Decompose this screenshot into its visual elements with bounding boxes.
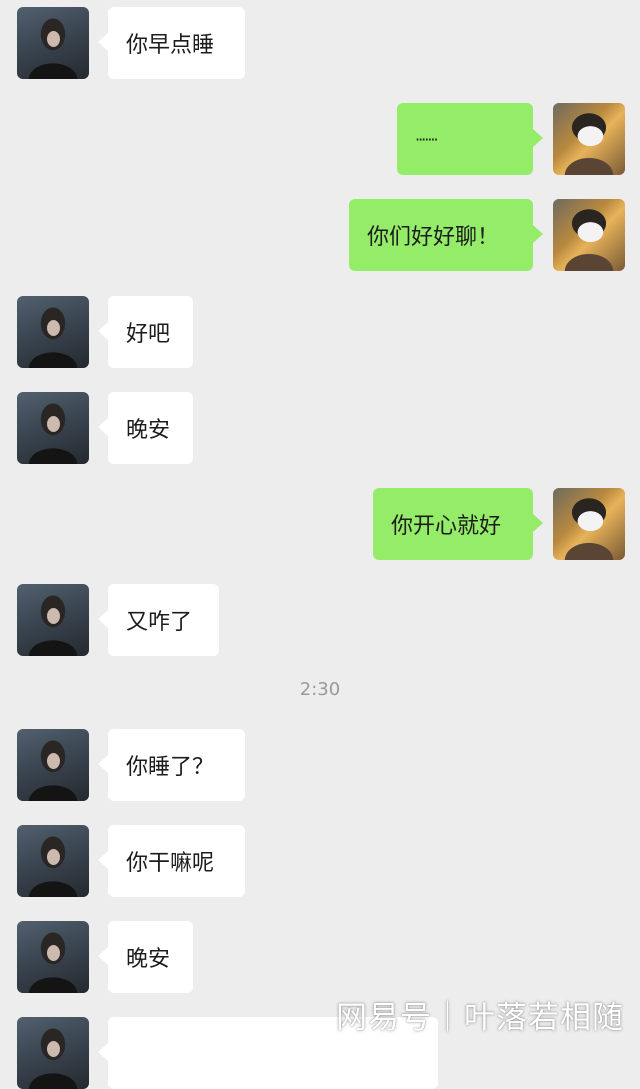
self-avatar[interactable]: [553, 199, 625, 271]
chat-timestamp: 2:30: [299, 679, 341, 700]
message-bubble-sent[interactable]: 你们好好聊！: [349, 199, 543, 271]
message-text: 你睡了？: [126, 755, 215, 780]
contact-avatar[interactable]: [17, 7, 89, 79]
watermark: 网易号｜叶落若相随: [336, 1000, 624, 1036]
message-text: 晚安: [126, 418, 171, 443]
message-bubble-sent[interactable]: ·······: [397, 103, 543, 175]
message-text: ·······: [415, 129, 439, 149]
message-text: 你开心就好: [391, 514, 502, 539]
message-bubble-received[interactable]: 你干嘛呢: [98, 825, 245, 897]
message-bubble-received[interactable]: 又咋了: [98, 584, 219, 656]
message-bubble-received[interactable]: 好吧: [98, 296, 193, 368]
message-bubble-received[interactable]: 晚安: [98, 392, 193, 464]
contact-avatar[interactable]: [17, 392, 89, 464]
self-avatar[interactable]: [553, 103, 625, 175]
contact-avatar[interactable]: [17, 921, 89, 993]
contact-avatar[interactable]: [17, 584, 89, 656]
message-text: 又咋了: [126, 610, 193, 635]
message-bubble-received[interactable]: 你睡了？: [98, 729, 245, 801]
contact-avatar[interactable]: [17, 1017, 89, 1089]
self-avatar[interactable]: [553, 488, 625, 560]
message-text: 晚安: [126, 947, 171, 972]
contact-avatar[interactable]: [17, 825, 89, 897]
message-bubble-received[interactable]: 你早点睡: [98, 7, 245, 79]
contact-avatar[interactable]: [17, 729, 89, 801]
contact-avatar[interactable]: [17, 296, 89, 368]
message-text: 你们好好聊！: [367, 225, 500, 250]
message-text: 你早点睡: [126, 33, 215, 58]
message-text: 你干嘛呢: [126, 851, 215, 876]
message-bubble-sent[interactable]: 你开心就好: [373, 488, 543, 560]
message-bubble-received[interactable]: 晚安: [98, 921, 193, 993]
message-text: 好吧: [126, 322, 171, 347]
